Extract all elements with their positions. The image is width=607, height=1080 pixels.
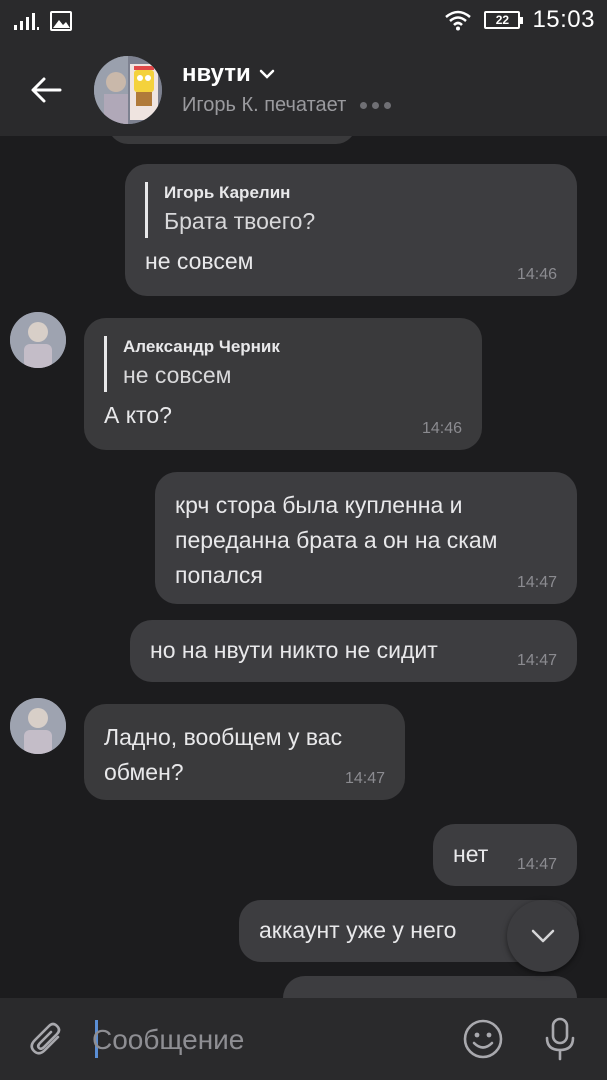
message-bubble-incoming[interactable]: Александр Черник не совсем А кто? 14:46 bbox=[84, 318, 482, 450]
chevron-down-icon bbox=[259, 69, 275, 79]
arrow-left-icon[interactable] bbox=[28, 72, 64, 108]
message-list[interactable]: Игорь Карелин Брата твоего? не совсем 14… bbox=[0, 136, 607, 998]
message-time: 14:47 bbox=[516, 574, 557, 591]
message-time: 14:47 bbox=[516, 856, 557, 873]
chat-header: нвути Игорь К. печатает bbox=[0, 44, 607, 136]
composer-bar bbox=[0, 998, 607, 1080]
sender-avatar[interactable] bbox=[10, 312, 66, 368]
message-time: 14:47 bbox=[344, 770, 385, 787]
battery-level: 22 bbox=[495, 13, 510, 27]
chat-title[interactable]: нвути bbox=[182, 60, 275, 88]
reply-text: Брата твоего? bbox=[164, 208, 316, 234]
message-text: крч стора была купленна и переданна брат… bbox=[175, 492, 498, 588]
typing-status: Игорь К. печатает bbox=[182, 94, 392, 117]
wifi-icon bbox=[445, 10, 472, 31]
message-text: Ладно, вообщем у вас обмен? bbox=[104, 724, 343, 785]
chat-avatar[interactable] bbox=[94, 56, 162, 124]
scroll-to-bottom-button[interactable] bbox=[507, 900, 579, 972]
battery-icon: 22 bbox=[484, 11, 524, 29]
message-time: 14:47 bbox=[516, 652, 557, 669]
reply-text: не совсем bbox=[123, 362, 232, 388]
message-text: но на нвути никто не сидит bbox=[150, 637, 438, 663]
message-text: не совсем bbox=[145, 248, 254, 274]
message-time: 14:46 bbox=[421, 420, 462, 437]
reply-quote[interactable]: Александр Черник не совсем bbox=[104, 336, 462, 392]
signal-icon bbox=[14, 13, 39, 30]
chat-title-text: нвути bbox=[182, 60, 251, 87]
reply-author: Александр Черник bbox=[123, 337, 280, 356]
message-bubble-outgoing[interactable]: Игорь Карелин Брата твоего? не совсем 14… bbox=[125, 164, 577, 296]
sender-avatar[interactable] bbox=[10, 698, 66, 754]
message-bubble-outgoing[interactable]: крч стора была купленна и переданна брат… bbox=[155, 472, 577, 604]
reply-author: Игорь Карелин bbox=[164, 183, 291, 202]
paperclip-icon[interactable] bbox=[28, 1020, 66, 1058]
message-bubble-partial bbox=[108, 136, 356, 144]
reply-quote[interactable]: Игорь Карелин Брата твоего? bbox=[145, 182, 557, 238]
message-text: А кто? bbox=[104, 402, 172, 428]
avatar-image bbox=[94, 56, 162, 124]
typing-dots-icon bbox=[360, 102, 392, 109]
image-icon bbox=[50, 11, 72, 31]
message-bubble-partial bbox=[283, 976, 577, 998]
chevron-down-icon bbox=[531, 929, 555, 943]
microphone-icon[interactable] bbox=[542, 1016, 578, 1062]
message-bubble-incoming[interactable]: Ладно, вообщем у вас обмен? 14:47 bbox=[84, 704, 405, 800]
avatar-image bbox=[10, 698, 66, 754]
message-bubble-outgoing[interactable]: нет 14:47 bbox=[433, 824, 577, 886]
message-time: 14:46 bbox=[516, 266, 557, 283]
clock: 15:03 bbox=[532, 6, 595, 33]
avatar-image bbox=[10, 312, 66, 368]
status-bar: 22 15:03 bbox=[0, 0, 607, 44]
typing-status-text: Игорь К. печатает bbox=[182, 94, 347, 116]
smiley-icon[interactable] bbox=[462, 1018, 504, 1060]
message-input[interactable] bbox=[92, 1018, 442, 1062]
message-bubble-outgoing[interactable]: но на нвути никто не сидит 14:47 bbox=[130, 620, 577, 682]
